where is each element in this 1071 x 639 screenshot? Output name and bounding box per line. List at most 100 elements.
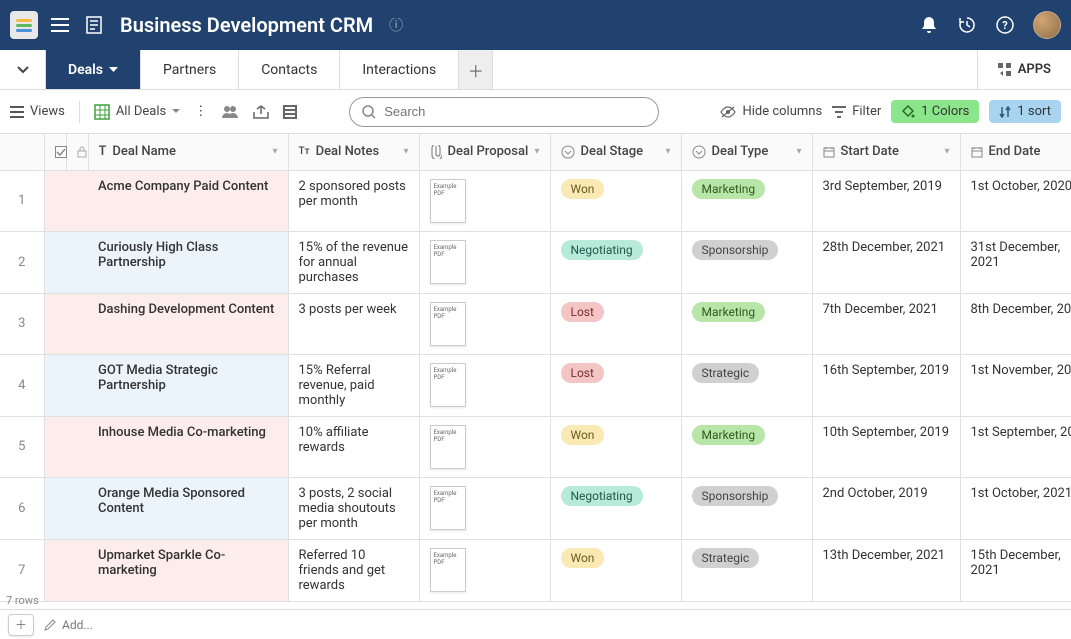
tab-interactions[interactable]: Interactions — [340, 50, 459, 89]
cell-end-date[interactable]: 1st October, 2021 — [960, 477, 1071, 539]
views-button[interactable]: Views — [10, 104, 65, 119]
pdf-attachment[interactable]: Example PDF — [430, 486, 466, 530]
search-input[interactable] — [384, 104, 646, 119]
cell-deal-stage[interactable]: Negotiating — [550, 231, 681, 293]
cell-deal-proposal[interactable]: Example PDF — [419, 170, 550, 231]
pdf-attachment[interactable]: Example PDF — [430, 240, 466, 284]
add-row-button[interactable]: ＋ — [8, 614, 34, 636]
table-row[interactable]: 1 Acme Company Paid Content 2 sponsored … — [0, 170, 1071, 231]
pdf-attachment[interactable]: Example PDF — [430, 425, 466, 469]
sort-button[interactable]: 1 sort — [989, 100, 1061, 123]
cell-deal-type[interactable]: Marketing — [681, 293, 812, 354]
cell-deal-name[interactable]: Inhouse Media Co-marketing — [88, 416, 288, 477]
cell-deal-notes[interactable]: 15% Referral revenue, paid monthly — [288, 354, 419, 416]
cell-start-date[interactable]: 13th December, 2021 — [812, 539, 960, 601]
col-end-date[interactable]: End Date▾ — [960, 134, 1071, 170]
cell-deal-type[interactable]: Sponsorship — [681, 477, 812, 539]
col-deal-proposal[interactable]: Deal Proposal▾ — [419, 134, 550, 170]
cell-deal-type[interactable]: Marketing — [681, 170, 812, 231]
col-deal-notes[interactable]: TтDeal Notes▾ — [288, 134, 419, 170]
cell-checkbox[interactable] — [44, 416, 66, 477]
document-icon[interactable] — [82, 13, 106, 37]
cell-deal-type[interactable]: Marketing — [681, 416, 812, 477]
col-deal-stage[interactable]: Deal Stage▾ — [550, 134, 681, 170]
cell-deal-stage[interactable]: Lost — [550, 293, 681, 354]
colors-button[interactable]: 1 Colors — [891, 100, 979, 123]
pdf-attachment[interactable]: Example PDF — [430, 548, 466, 592]
table-row[interactable]: 5 Inhouse Media Co-marketing 10% affilia… — [0, 416, 1071, 477]
cell-checkbox[interactable] — [44, 477, 66, 539]
view-more-icon[interactable]: ⋮ — [192, 104, 209, 119]
table-row[interactable]: 6 Orange Media Sponsored Content 3 posts… — [0, 477, 1071, 539]
cell-end-date[interactable]: 8th December, 2021 — [960, 293, 1071, 354]
share-icon[interactable] — [253, 105, 269, 119]
collaborators-icon[interactable] — [221, 105, 239, 119]
cell-deal-type[interactable]: Sponsorship — [681, 231, 812, 293]
cell-deal-notes[interactable]: 2 sponsored posts per month — [288, 170, 419, 231]
table-row[interactable]: 7 Upmarket Sparkle Co-marketing Referred… — [0, 539, 1071, 601]
help-icon[interactable]: ? — [995, 15, 1015, 35]
bell-icon[interactable] — [919, 15, 939, 35]
cell-deal-proposal[interactable]: Example PDF — [419, 539, 550, 601]
cell-deal-stage[interactable]: Won — [550, 539, 681, 601]
checkbox-header[interactable] — [44, 134, 66, 170]
cell-deal-name[interactable]: GOT Media Strategic Partnership — [88, 354, 288, 416]
tab-partners[interactable]: Partners — [141, 50, 239, 89]
cell-checkbox[interactable] — [44, 170, 66, 231]
cell-deal-name[interactable]: Acme Company Paid Content — [88, 170, 288, 231]
cell-end-date[interactable]: 1st November, 2020 — [960, 354, 1071, 416]
cell-deal-proposal[interactable]: Example PDF — [419, 416, 550, 477]
pdf-attachment[interactable]: Example PDF — [430, 363, 466, 407]
add-row-text-button[interactable]: Add... — [44, 618, 93, 632]
cell-deal-type[interactable]: Strategic — [681, 539, 812, 601]
cell-checkbox[interactable] — [44, 231, 66, 293]
cell-start-date[interactable]: 28th December, 2021 — [812, 231, 960, 293]
cell-checkbox[interactable] — [44, 293, 66, 354]
table-row[interactable]: 4 GOT Media Strategic Partnership 15% Re… — [0, 354, 1071, 416]
col-start-date[interactable]: Start Date▾ — [812, 134, 960, 170]
expand-toggle[interactable] — [0, 50, 46, 89]
tab-deals[interactable]: Deals — [46, 50, 141, 89]
cell-deal-notes[interactable]: 15% of the revenue for annual purchases — [288, 231, 419, 293]
pdf-attachment[interactable]: Example PDF — [430, 179, 466, 223]
cell-deal-proposal[interactable]: Example PDF — [419, 293, 550, 354]
cell-deal-notes[interactable]: Referred 10 friends and get rewards — [288, 539, 419, 601]
cell-deal-type[interactable]: Strategic — [681, 354, 812, 416]
table-row[interactable]: 3 Dashing Development Content 3 posts pe… — [0, 293, 1071, 354]
cell-deal-proposal[interactable]: Example PDF — [419, 354, 550, 416]
row-height-icon[interactable] — [283, 105, 297, 119]
cell-deal-stage[interactable]: Lost — [550, 354, 681, 416]
cell-checkbox[interactable] — [44, 354, 66, 416]
col-deal-name[interactable]: TDeal Name▾ — [88, 134, 288, 170]
cell-start-date[interactable]: 2nd October, 2019 — [812, 477, 960, 539]
col-deal-type[interactable]: Deal Type▾ — [681, 134, 812, 170]
filter-button[interactable]: Filter — [832, 104, 881, 119]
cell-end-date[interactable]: 15th December, 2021 — [960, 539, 1071, 601]
cell-deal-notes[interactable]: 3 posts, 2 social media shoutouts per mo… — [288, 477, 419, 539]
cell-start-date[interactable]: 7th December, 2021 — [812, 293, 960, 354]
search-input-wrap[interactable] — [349, 97, 659, 127]
cell-start-date[interactable]: 10th September, 2019 — [812, 416, 960, 477]
app-logo[interactable] — [10, 11, 38, 39]
info-icon[interactable]: ⓘ — [389, 15, 403, 35]
cell-deal-notes[interactable]: 3 posts per week — [288, 293, 419, 354]
cell-start-date[interactable]: 16th September, 2019 — [812, 354, 960, 416]
hamburger-icon[interactable] — [48, 13, 72, 37]
cell-deal-stage[interactable]: Won — [550, 416, 681, 477]
cell-deal-proposal[interactable]: Example PDF — [419, 477, 550, 539]
cell-end-date[interactable]: 31st December, 2021 — [960, 231, 1071, 293]
user-avatar[interactable] — [1033, 11, 1061, 39]
table-row[interactable]: 2 Curiously High Class Partnership 15% o… — [0, 231, 1071, 293]
cell-deal-name[interactable]: Dashing Development Content — [88, 293, 288, 354]
apps-button[interactable]: APPS — [978, 50, 1071, 89]
cell-end-date[interactable]: 1st September, 2021 — [960, 416, 1071, 477]
history-icon[interactable] — [957, 15, 977, 35]
add-tab-button[interactable]: ＋ — [459, 50, 493, 89]
cell-deal-proposal[interactable]: Example PDF — [419, 231, 550, 293]
cell-deal-name[interactable]: Upmarket Sparkle Co-marketing — [88, 539, 288, 601]
cell-deal-stage[interactable]: Won — [550, 170, 681, 231]
cell-start-date[interactable]: 3rd September, 2019 — [812, 170, 960, 231]
view-selector[interactable]: All Deals — [94, 104, 180, 120]
cell-end-date[interactable]: 1st October, 2020 — [960, 170, 1071, 231]
cell-checkbox[interactable] — [44, 539, 66, 601]
